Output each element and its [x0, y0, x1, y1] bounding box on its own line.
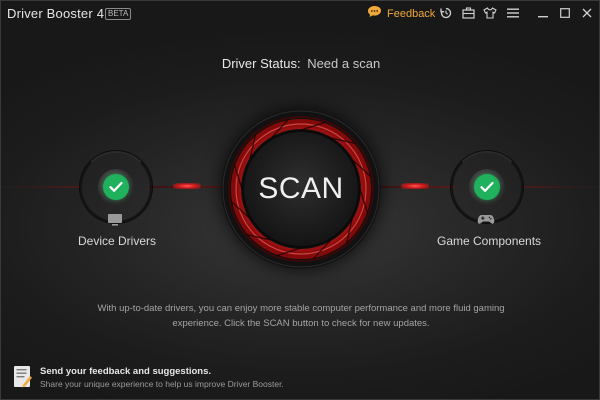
- title-bar: Driver Booster 4 BETA Feedback: [1, 1, 599, 27]
- beta-badge: BETA: [105, 8, 132, 20]
- footer-subtitle: Share your unique experience to help us …: [40, 379, 284, 389]
- driver-status-label: Driver Status:: [221, 56, 301, 71]
- close-icon[interactable]: [580, 6, 594, 20]
- device-drivers-label: Device Drivers: [78, 234, 157, 248]
- feedback-document-icon: [13, 365, 33, 394]
- gamepad-icon: [477, 212, 495, 226]
- driver-status: Driver Status: Need a scan: [1, 56, 599, 71]
- scan-button[interactable]: SCAN: [221, 109, 381, 269]
- menu-icon[interactable]: [506, 6, 520, 20]
- monitor-icon: [106, 212, 124, 226]
- right-rail-outer: [521, 186, 599, 188]
- toolbox-icon[interactable]: [461, 6, 475, 20]
- driver-status-value: Need a scan: [307, 56, 381, 71]
- right-rail-glow: [401, 183, 429, 189]
- feedback-bubble-icon: [367, 5, 382, 23]
- feedback-label: Feedback: [387, 8, 436, 20]
- skin-shirt-icon[interactable]: [483, 6, 497, 20]
- game-components-check-icon: [474, 174, 500, 200]
- app-window: Driver Booster 4 BETA Feedback Driver St…: [0, 0, 600, 400]
- info-line-1: With up-to-date drivers, you can enjoy m…: [97, 303, 505, 314]
- restore-history-icon[interactable]: [439, 6, 453, 20]
- feedback-footer-link[interactable]: Send your feedback and suggestions. Shar…: [13, 365, 284, 394]
- game-components-label: Game Components: [437, 234, 542, 248]
- minimize-icon[interactable]: [536, 6, 550, 20]
- info-line-2: experience. Click the SCAN button to che…: [172, 318, 430, 329]
- app-title: Driver Booster 4: [7, 6, 105, 21]
- maximize-icon[interactable]: [558, 6, 572, 20]
- left-rail-outer: [1, 186, 83, 188]
- feedback-button[interactable]: Feedback: [367, 5, 435, 23]
- device-drivers-check-icon: [103, 174, 129, 200]
- scan-label[interactable]: SCAN: [221, 109, 381, 269]
- footer-title: Send your feedback and suggestions.: [40, 366, 212, 377]
- info-text: With up-to-date drivers, you can enjoy m…: [71, 301, 531, 331]
- left-rail-glow: [173, 183, 201, 189]
